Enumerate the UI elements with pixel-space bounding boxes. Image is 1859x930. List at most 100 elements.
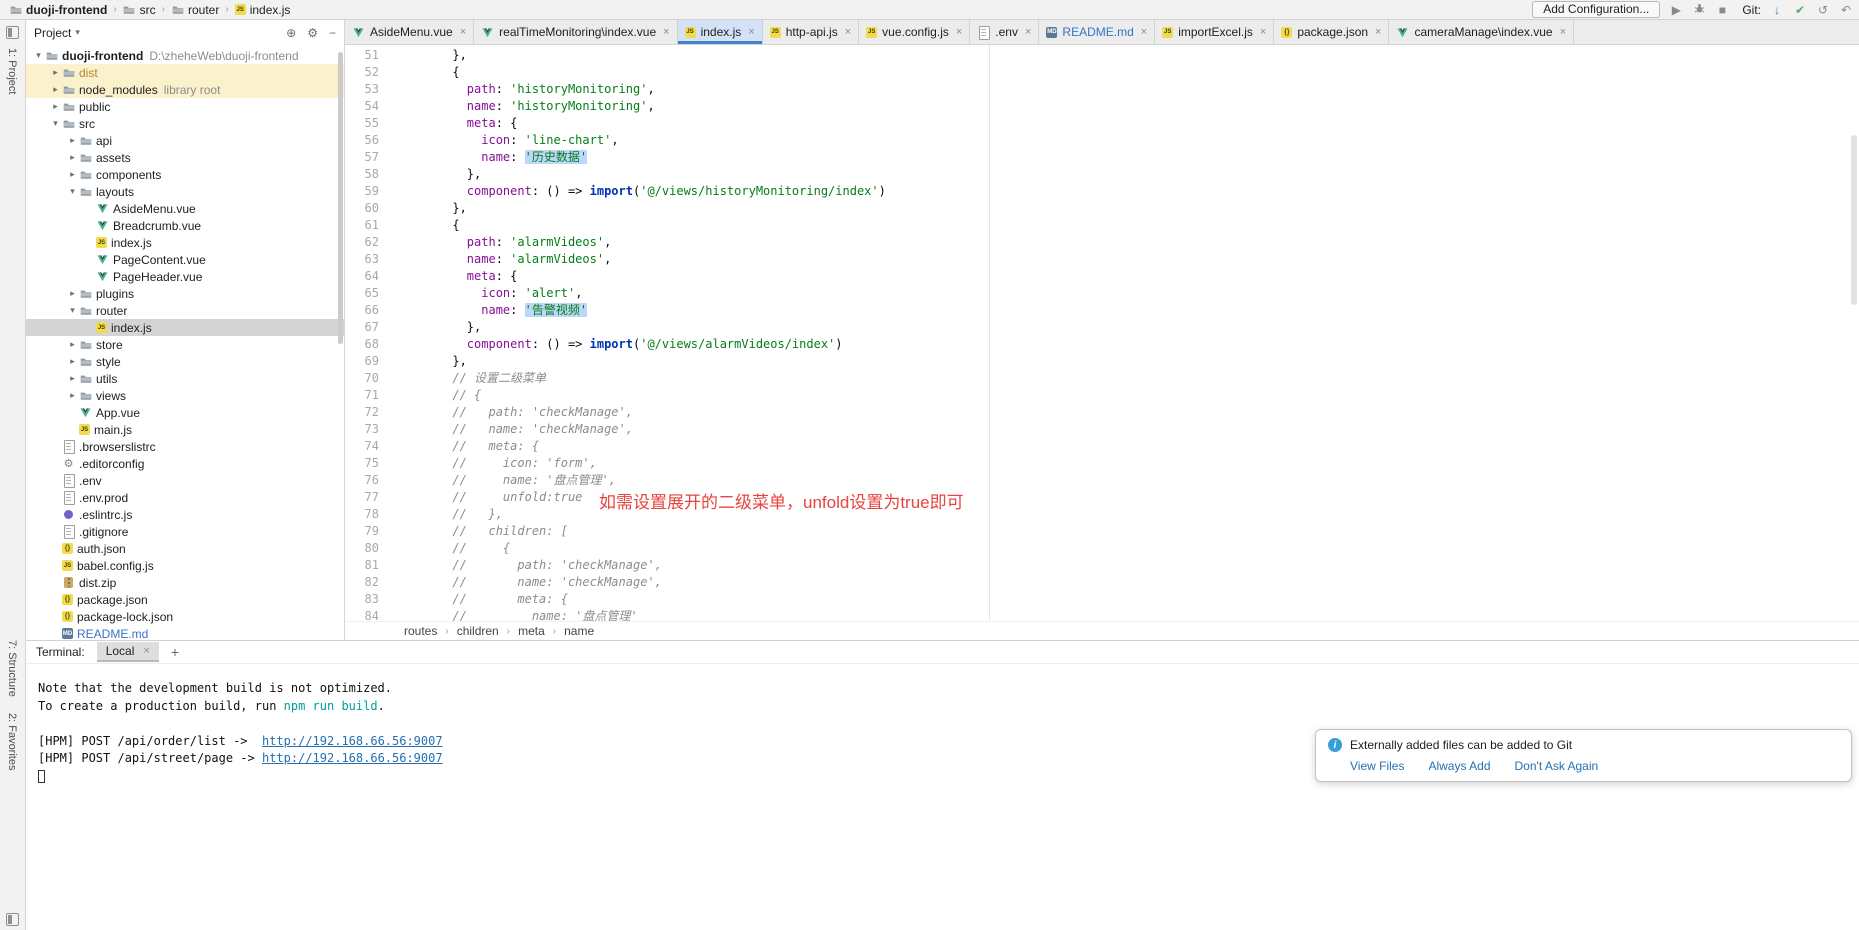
tree-item-style[interactable]: ▸style [26,353,344,370]
tree-item-components[interactable]: ▸components [26,166,344,183]
project-tool-window-icon[interactable] [6,26,19,39]
project-scrollbar[interactable] [338,52,343,344]
tree-item-src[interactable]: ▾src [26,115,344,132]
project-view-title[interactable]: Project [34,26,71,40]
history-icon[interactable]: ↺ [1816,2,1830,18]
git-update-icon[interactable]: ↓ [1770,2,1784,18]
tree-item-env[interactable]: .env [26,472,344,489]
close-icon[interactable]: × [1025,26,1031,38]
tree-item-store[interactable]: ▸store [26,336,344,353]
tree-item-pageheader-vue[interactable]: PageHeader.vue [26,268,344,285]
editor-breadcrumb-item-meta[interactable]: meta [518,624,545,638]
tool-windows-quick-access-icon[interactable] [6,913,19,926]
hide-panel-icon[interactable]: − [329,26,336,40]
tree-item-package-lock-json[interactable]: {}package-lock.json [26,608,344,625]
tool-window-button-project[interactable]: 1: Project [6,48,18,94]
add-configuration-button[interactable]: Add Configuration... [1532,1,1660,18]
new-terminal-tab-button[interactable]: + [171,644,179,660]
tab-package-json[interactable]: {}package.json× [1274,20,1389,44]
chevron-open-icon[interactable]: ▾ [49,118,62,129]
tab-vue-config-js[interactable]: JSvue.config.js× [859,20,970,44]
chevron-closed-icon[interactable]: ▸ [66,152,79,163]
notification-action-don-t-ask-again[interactable]: Don't Ask Again [1515,759,1599,773]
rollback-icon[interactable]: ↶ [1839,2,1853,18]
tree-item-app-vue[interactable]: App.vue [26,404,344,421]
editor-breadcrumb-item-routes[interactable]: routes [404,624,437,638]
tab-realtimemonitoring-index-vue[interactable]: realTimeMonitoring\index.vue× [474,20,677,44]
tree-item-api[interactable]: ▸api [26,132,344,149]
terminal-link[interactable]: http://192.168.66.56:9007 [262,751,443,765]
breadcrumb-item-duoji-frontend[interactable]: duoji-frontend [6,1,110,19]
tab-http-api-js[interactable]: JShttp-api.js× [763,20,859,44]
chevron-closed-icon[interactable]: ▸ [49,84,62,95]
close-icon[interactable]: × [1260,26,1266,38]
tree-item-env-prod[interactable]: .env.prod [26,489,344,506]
chevron-down-icon[interactable]: ▾ [75,27,80,38]
close-icon[interactable]: × [1141,26,1147,38]
gear-icon[interactable]: ⚙ [307,26,318,40]
close-icon[interactable]: × [460,26,466,38]
tab-cameramanage-index-vue[interactable]: cameraManage\index.vue× [1389,20,1574,44]
locate-file-icon[interactable]: ⊕ [286,26,296,40]
editor[interactable]: 5152535455565758596061626364656667686970… [345,45,1859,621]
tab-importexcel-js[interactable]: JSimportExcel.js× [1155,20,1274,44]
tab-asidemenu-vue[interactable]: AsideMenu.vue× [345,20,474,44]
tree-item-asidemenu-vue[interactable]: AsideMenu.vue [26,200,344,217]
editor-breadcrumb-item-name[interactable]: name [564,624,594,638]
close-icon[interactable]: × [956,26,962,38]
tree-item-babel-config-js[interactable]: JSbabel.config.js [26,557,344,574]
chevron-open-icon[interactable]: ▾ [32,50,45,61]
tree-item-dist-zip[interactable]: dist.zip [26,574,344,591]
tree-item-duoji-frontend[interactable]: ▾duoji-frontendD:\zheheWeb\duoji-fronten… [26,47,344,64]
tree-item-plugins[interactable]: ▸plugins [26,285,344,302]
notification-action-always-add[interactable]: Always Add [1428,759,1490,773]
close-icon[interactable]: × [1375,26,1381,38]
tab-env[interactable]: .env× [970,20,1039,44]
terminal-link[interactable]: http://192.168.66.56:9007 [262,734,443,748]
tree-item-index-js[interactable]: JSindex.js [26,234,344,251]
tree-item-router[interactable]: ▾router [26,302,344,319]
run-icon[interactable]: ▶ [1669,2,1683,18]
git-commit-icon[interactable]: ✔ [1793,2,1807,18]
tool-window-button-structure[interactable]: 7: Structure [6,640,18,697]
tool-window-button-favorites[interactable]: 2: Favorites [6,713,18,770]
chevron-open-icon[interactable]: ▾ [66,186,79,197]
tree-item-pagecontent-vue[interactable]: PageContent.vue [26,251,344,268]
tree-item-node-modules[interactable]: ▸node_moduleslibrary root [26,81,344,98]
chevron-closed-icon[interactable]: ▸ [49,67,62,78]
breadcrumb-item-index-js[interactable]: JSindex.js [232,1,294,19]
close-icon[interactable]: × [748,26,754,38]
tree-item-readme-md[interactable]: MDREADME.md [26,625,344,640]
chevron-closed-icon[interactable]: ▸ [66,356,79,367]
breadcrumb-item-router[interactable]: router [168,1,222,19]
breadcrumb-item-src[interactable]: src [120,1,159,19]
terminal-output[interactable]: Note that the development build is not o… [26,664,1859,930]
stop-icon[interactable]: ■ [1715,2,1729,18]
chevron-closed-icon[interactable]: ▸ [66,339,79,350]
terminal-tab-local[interactable]: Local × [97,642,159,662]
chevron-closed-icon[interactable]: ▸ [66,373,79,384]
notification-action-view-files[interactable]: View Files [1350,759,1404,773]
chevron-closed-icon[interactable]: ▸ [49,101,62,112]
editor-scrollbar[interactable] [1851,135,1857,305]
chevron-open-icon[interactable]: ▾ [66,305,79,316]
tree-item-views[interactable]: ▸views [26,387,344,404]
tree-item-index-js[interactable]: JSindex.js [26,319,344,336]
chevron-closed-icon[interactable]: ▸ [66,390,79,401]
close-icon[interactable]: × [663,26,669,38]
chevron-closed-icon[interactable]: ▸ [66,169,79,180]
tree-item-utils[interactable]: ▸utils [26,370,344,387]
editor-breadcrumb-item-children[interactable]: children [457,624,499,638]
tree-item-auth-json[interactable]: {}auth.json [26,540,344,557]
tree-item-public[interactable]: ▸public [26,98,344,115]
tab-index-js[interactable]: JSindex.js× [678,20,763,44]
tree-item-package-json[interactable]: {}package.json [26,591,344,608]
chevron-closed-icon[interactable]: ▸ [66,288,79,299]
tree-item-eslintrc-js[interactable]: .eslintrc.js [26,506,344,523]
tree-item-editorconfig[interactable]: ⚙.editorconfig [26,455,344,472]
close-icon[interactable]: × [143,645,149,657]
tree-item-main-js[interactable]: JSmain.js [26,421,344,438]
tree-item-browserslistrc[interactable]: .browserslistrc [26,438,344,455]
tree-item-gitignore[interactable]: .gitignore [26,523,344,540]
tree-item-assets[interactable]: ▸assets [26,149,344,166]
